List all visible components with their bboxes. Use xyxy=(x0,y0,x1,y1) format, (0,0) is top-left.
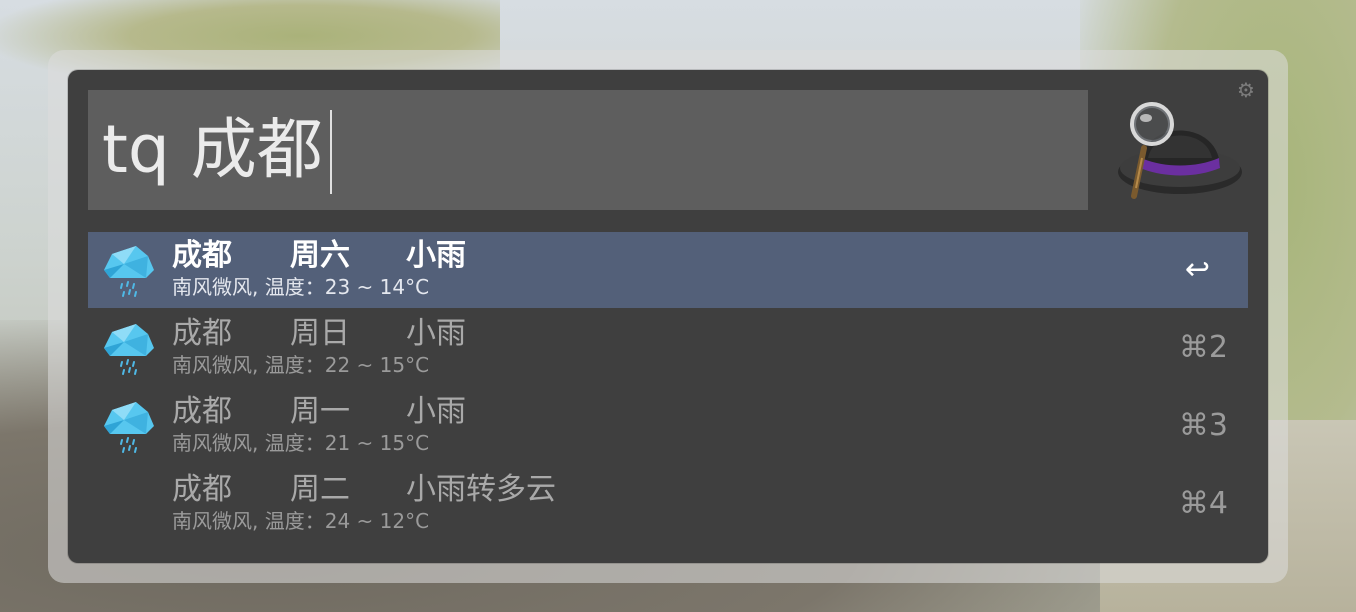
result-row[interactable]: 成都 周一 小雨 南风微风, 温度：21 ~ 15°C ⌘3 xyxy=(88,388,1248,464)
result-weather: 小雨 xyxy=(406,394,466,429)
text-caret xyxy=(330,110,332,194)
result-day: 周六 xyxy=(290,238,350,273)
result-city: 成都 xyxy=(172,238,232,273)
rain-cloud-icon xyxy=(104,402,154,453)
result-day: 周日 xyxy=(290,316,350,351)
result-shortcut: ⌘3 xyxy=(1178,408,1228,443)
result-weather: 小雨 xyxy=(406,316,466,351)
result-day: 周二 xyxy=(290,472,350,507)
result-shortcut: ⌘2 xyxy=(1178,330,1228,365)
result-subtitle: 南风微风, 温度：23 ~ 14°C xyxy=(172,275,430,299)
gear-icon[interactable]: ⚙ xyxy=(1236,80,1256,100)
results-list: 成都 周六 小雨 南风微风, 温度：23 ~ 14°C ↩ 成都 周日 小雨 南风微风,… xyxy=(88,232,1248,544)
return-key-icon: ↩ xyxy=(1184,252,1210,287)
result-row[interactable]: 成都 周六 小雨 南风微风, 温度：23 ~ 14°C ↩ xyxy=(88,232,1248,308)
launcher-window: ⚙ tq 成都 成都 周六 小雨 南风微风, 温度：23 ~ 14°C ↩ 成都… xyxy=(68,70,1268,563)
result-shortcut: ⌘4 xyxy=(1178,486,1228,521)
result-city: 成都 xyxy=(172,394,232,429)
search-query-text[interactable]: tq 成都 xyxy=(102,108,323,192)
rain-cloud-icon xyxy=(104,246,154,297)
result-title: 成都 周六 小雨 xyxy=(172,236,466,276)
result-title: 成都 周一 小雨 xyxy=(172,392,466,432)
result-row[interactable]: 成都 周日 小雨 南风微风, 温度：22 ~ 15°C ⌘2 xyxy=(88,310,1248,386)
result-title: 成都 周二 小雨转多云 xyxy=(172,470,556,510)
result-city: 成都 xyxy=(172,316,232,351)
result-subtitle: 南风微风, 温度：22 ~ 15°C xyxy=(172,353,430,377)
search-input[interactable]: tq 成都 xyxy=(88,90,1088,210)
result-weather: 小雨 xyxy=(406,238,466,273)
rain-cloud-icon xyxy=(104,324,154,375)
result-title: 成都 周日 小雨 xyxy=(172,314,466,354)
alfred-hat-icon[interactable] xyxy=(1114,98,1244,202)
result-subtitle: 南风微风, 温度：24 ~ 12°C xyxy=(172,509,430,533)
result-day: 周一 xyxy=(290,394,350,429)
result-city: 成都 xyxy=(172,472,232,507)
result-row[interactable]: 成都 周二 小雨转多云 南风微风, 温度：24 ~ 12°C ⌘4 xyxy=(88,466,1248,542)
result-weather: 小雨转多云 xyxy=(406,472,556,507)
result-subtitle: 南风微风, 温度：21 ~ 15°C xyxy=(172,431,430,455)
